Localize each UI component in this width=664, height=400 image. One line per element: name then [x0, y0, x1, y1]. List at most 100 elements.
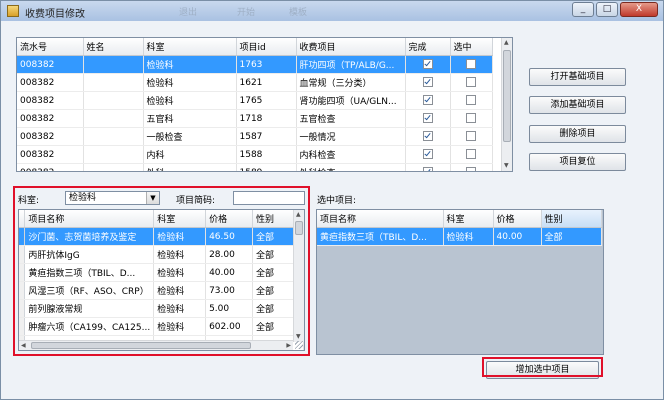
scroll-left-icon[interactable]: ◀ [21, 342, 26, 350]
table-row[interactable]: 黄疸指数三项（TBIL、D... 检验科 40.00 全部 [19, 263, 304, 282]
table-row[interactable]: 008382 内科 1588 内科检查 [17, 145, 493, 164]
scroll-thumb[interactable] [31, 342, 251, 349]
dept-cell: 内科 [143, 145, 237, 164]
table-row[interactable]: 008382 外科1589外科检查 [17, 163, 493, 171]
vertical-scrollbar[interactable]: ▲ ▼ [501, 38, 512, 171]
table-row[interactable]: 肿瘤六项（CA199、CA125... 检验科 602.00 全部 [19, 317, 304, 336]
done-checkbox[interactable] [422, 113, 433, 124]
table-row[interactable]: 008382 检验科 1621 血常规（三分类） [17, 73, 493, 92]
selected-items-grid[interactable]: 项目名称 科室 价格 性别 黄疸指数三项（TBIL、D... 检验科 40.00 全部 [316, 209, 604, 355]
item-id-cell: 1621 [236, 73, 297, 92]
item-id-cell: 1589 [236, 163, 297, 171]
column-header[interactable]: 项目名称 [317, 210, 444, 228]
done-checkbox[interactable] [422, 131, 433, 142]
title-bar[interactable]: 收费项目修改 退出 开始 模板 _ □ X [1, 1, 663, 21]
vertical-scrollbar[interactable]: ▲ ▼ [293, 210, 304, 342]
done-checkbox[interactable] [422, 95, 433, 106]
done-cell [405, 91, 451, 110]
table-row[interactable]: 沙门菌、志贺菌培养及鉴定 检验科 46.50 全部 [19, 227, 304, 246]
dept-cell: 检验科 [143, 91, 237, 110]
done-checkbox[interactable] [422, 149, 433, 160]
reset-item-button[interactable]: 项目复位 [529, 153, 626, 171]
item-name-cell: 沙门菌、志贺菌培养及鉴定 [24, 227, 155, 246]
column-header[interactable]: 项目名称 [24, 210, 155, 228]
item-code-input[interactable] [233, 191, 305, 205]
column-header[interactable]: 价格 [205, 210, 254, 228]
scroll-down-icon[interactable]: ▼ [296, 333, 301, 341]
scroll-right-icon[interactable]: ▶ [286, 342, 291, 350]
selected-items-label: 选中项目: [317, 196, 357, 206]
select-checkbox[interactable] [466, 113, 476, 124]
close-button[interactable]: X [620, 2, 658, 17]
chevron-down-icon[interactable]: ▼ [146, 192, 159, 204]
price-cell: 602.00 [205, 317, 254, 336]
item-id-cell: 1763 [236, 55, 297, 74]
table-row[interactable]: 丙肝抗体IgG 检验科 28.00 全部 [19, 245, 304, 264]
column-header[interactable]: 项目id [236, 38, 297, 56]
column-header[interactable]: 科室 [443, 210, 494, 228]
dept-cell: 外科 [143, 163, 237, 171]
scroll-up-icon[interactable]: ▲ [504, 39, 509, 47]
delete-item-button[interactable]: 删除项目 [529, 125, 626, 143]
column-header[interactable]: 性别 [541, 210, 602, 228]
name-cell [83, 145, 144, 164]
done-cell [405, 127, 451, 146]
scroll-up-icon[interactable]: ▲ [296, 211, 301, 219]
available-items-table: 项目名称 科室 价格 性别 沙门菌、志贺菌培养及鉴定 检验科 46.50 全部 丙肝抗体… [19, 210, 304, 350]
column-header[interactable]: 选中 [450, 38, 493, 56]
checked-cell [450, 163, 493, 171]
table-row[interactable]: 风湿三项（RF、ASO、CRP） 检验科 73.00 全部 [19, 281, 304, 300]
column-header[interactable]: 收费项目 [296, 38, 406, 56]
fee-item-cell: 内科检查 [296, 145, 406, 164]
done-cell [405, 145, 451, 164]
app-window: 收费项目修改 退出 开始 模板 _ □ X 流水号 姓名 科室 项目id 收费项… [0, 0, 664, 400]
done-checkbox[interactable] [422, 167, 433, 171]
select-checkbox[interactable] [466, 59, 476, 70]
add-selected-items-button[interactable]: 增加选中项目 [486, 361, 599, 379]
done-checkbox[interactable] [422, 77, 433, 88]
minimize-button[interactable]: _ [572, 2, 594, 17]
table-row[interactable]: 前列腺液常规 检验科 5.00 全部 [19, 299, 304, 318]
item-id-cell: 1718 [236, 109, 297, 128]
order-items-grid[interactable]: 流水号 姓名 科室 项目id 收费项目 完成 选中 008382 检验科 1763 肝… [16, 37, 513, 172]
table-row[interactable]: 008382 检验科 1765 肾功能四项（UA/GLN... [17, 91, 493, 110]
column-header[interactable]: 完成 [405, 38, 451, 56]
table-row[interactable]: 008382 五官科 1718 五官检查 [17, 109, 493, 128]
select-checkbox[interactable] [466, 95, 476, 106]
table-row[interactable]: 008382 一般检查 1587 一般情况 [17, 127, 493, 146]
horizontal-scrollbar[interactable]: ◀ ▶ [19, 340, 293, 350]
select-checkbox[interactable] [466, 167, 476, 171]
add-base-item-button[interactable]: 添加基础项目 [529, 96, 626, 114]
dept-select[interactable]: 检验科 ▼ [65, 191, 160, 205]
select-checkbox[interactable] [466, 77, 476, 88]
column-header[interactable]: 科室 [153, 210, 207, 228]
scroll-thumb[interactable] [295, 221, 303, 235]
open-base-items-button[interactable]: 打开基础项目 [529, 68, 626, 86]
done-checkbox[interactable] [422, 59, 433, 70]
available-items-grid[interactable]: 项目名称 科室 价格 性别 沙门菌、志贺菌培养及鉴定 检验科 46.50 全部 丙肝抗体… [18, 209, 305, 351]
scroll-down-icon[interactable]: ▼ [504, 162, 509, 170]
checked-cell [450, 55, 493, 74]
table-row[interactable]: 黄疸指数三项（TBIL、D... 检验科 40.00 全部 [317, 227, 602, 246]
column-header[interactable]: 科室 [143, 38, 237, 56]
price-cell: 40.00 [493, 227, 542, 246]
name-cell [83, 127, 144, 146]
select-checkbox[interactable] [466, 149, 476, 160]
table-row[interactable]: 008382 检验科 1763 肝功四项（TP/ALB/G... [17, 55, 493, 74]
scroll-thumb[interactable] [503, 50, 511, 142]
name-cell [83, 73, 144, 92]
dept-cell: 五官科 [143, 109, 237, 128]
ghost-menu-item: 模板 [289, 8, 308, 18]
maximize-button[interactable]: □ [596, 2, 618, 17]
column-header[interactable]: 流水号 [17, 38, 84, 56]
checked-cell [450, 73, 493, 92]
column-header[interactable]: 姓名 [83, 38, 144, 56]
column-header[interactable]: 价格 [493, 210, 542, 228]
fee-item-cell: 血常规（三分类） [296, 73, 406, 92]
serial-cell: 008382 [17, 55, 84, 74]
fee-item-cell: 外科检查 [296, 163, 406, 171]
item-id-cell: 1765 [236, 91, 297, 110]
select-checkbox[interactable] [466, 131, 476, 142]
checked-cell [450, 145, 493, 164]
checked-cell [450, 109, 493, 128]
